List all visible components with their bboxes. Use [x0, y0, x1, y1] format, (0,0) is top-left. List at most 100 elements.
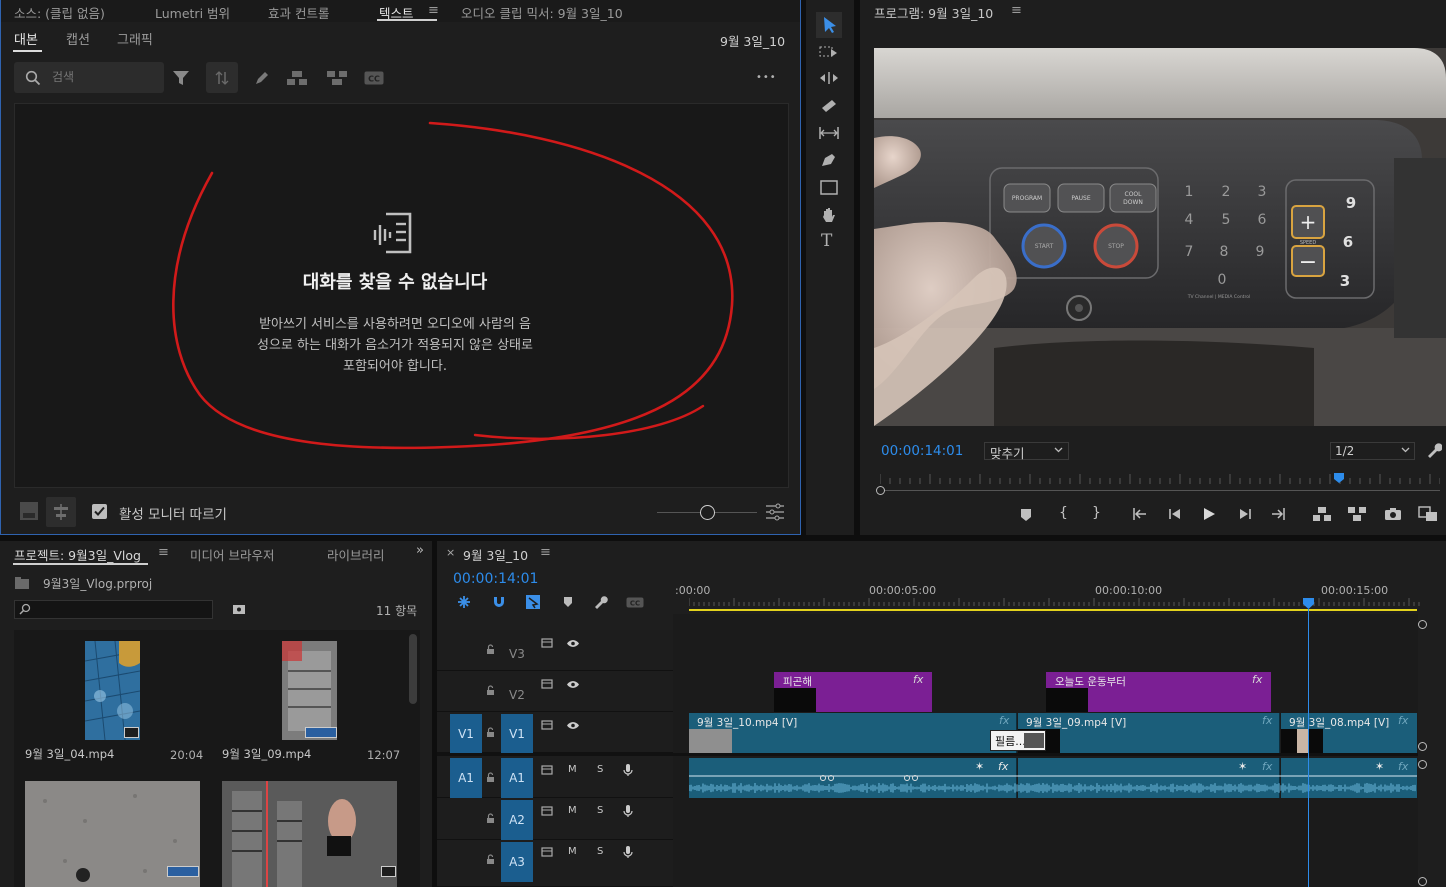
captions-icon[interactable]: CC: [364, 71, 384, 85]
audio-clip-09-fx[interactable]: fx: [1262, 760, 1272, 773]
add-marker-icon[interactable]: [1020, 508, 1032, 522]
solo-button-a2[interactable]: S: [597, 805, 603, 816]
type-tool-icon[interactable]: T: [821, 231, 832, 251]
lift-icon[interactable]: [1312, 506, 1332, 522]
audio-clip-10-fx[interactable]: fx: [998, 760, 1008, 773]
solo-button-a1[interactable]: S: [597, 764, 603, 775]
tab-text-menu-icon[interactable]: ≡: [428, 3, 439, 18]
tab-lumetri[interactable]: Lumetri 범위: [155, 3, 230, 22]
mute-button-a1[interactable]: M: [568, 764, 577, 775]
razor-tool-icon[interactable]: [820, 98, 838, 114]
rectangle-tool-icon[interactable]: [820, 180, 838, 195]
track-select-tool-icon[interactable]: [819, 44, 839, 60]
track-name-v2[interactable]: V2: [509, 688, 525, 702]
graphic-clip-1-fx[interactable]: fx: [913, 673, 923, 686]
mark-out-icon[interactable]: }: [1092, 505, 1101, 521]
export-transcript-icon[interactable]: [18, 500, 40, 522]
project-menu-icon[interactable]: ≡: [158, 545, 169, 560]
video-scroll-handle-top[interactable]: [1418, 620, 1427, 629]
program-timecode[interactable]: 00:00:14:01: [881, 443, 963, 459]
program-video-frame[interactable]: PROGRAM PAUSE COOL DOWN START STOP 1 2 3 4…: [874, 48, 1446, 426]
wrench-icon[interactable]: [1426, 442, 1442, 458]
subtab-script[interactable]: 대본: [14, 29, 38, 48]
pencil-icon[interactable]: [254, 70, 270, 86]
toggle-sync-icon-v3[interactable]: [541, 638, 553, 648]
extract-icon[interactable]: [1347, 506, 1367, 522]
lock-icon-v1[interactable]: [486, 727, 495, 738]
timeline-menu-icon[interactable]: ≡: [540, 545, 551, 560]
timeline-settings-wrench-icon[interactable]: [594, 595, 608, 609]
toggle-sync-icon-v1[interactable]: [541, 720, 553, 730]
selection-tool-icon[interactable]: [822, 16, 838, 34]
audio-scroll-handle-bottom[interactable]: [1418, 877, 1427, 886]
more-options-button[interactable]: •••: [756, 72, 777, 83]
go-to-out-icon[interactable]: [1270, 507, 1286, 521]
tab-project[interactable]: 프로젝트: 9월3일_Vlog: [14, 545, 141, 564]
track-name-a3[interactable]: A3: [501, 842, 533, 882]
track-name-v3[interactable]: V3: [509, 647, 525, 661]
source-patch-v1[interactable]: V1: [450, 714, 482, 753]
tab-media-browser[interactable]: 미디어 브라우저: [190, 545, 274, 564]
project-scrollbar-thumb[interactable]: [409, 634, 417, 704]
subtab-graphics[interactable]: 그래픽: [117, 29, 153, 48]
hand-tool-icon[interactable]: [820, 206, 838, 224]
toggle-sync-icon-a2[interactable]: [541, 806, 553, 816]
project-thumbnail-gym[interactable]: [222, 781, 397, 887]
project-item-name-04[interactable]: 9월 3일_04.mp4: [25, 746, 114, 762]
graphic-clip-2-fx[interactable]: fx: [1252, 673, 1262, 686]
subtab-captions[interactable]: 캡션: [66, 29, 90, 48]
toggle-sync-icon-a1[interactable]: [541, 765, 553, 775]
new-bin-icon[interactable]: [232, 603, 246, 615]
timeline-captions-icon[interactable]: CC: [626, 597, 644, 608]
mic-icon-a1[interactable]: [623, 763, 633, 777]
slip-tool-icon[interactable]: [818, 126, 840, 140]
pen-tool-icon[interactable]: [820, 152, 838, 168]
track-name-a1[interactable]: A1: [501, 758, 533, 798]
mute-button-a3[interactable]: M: [568, 846, 577, 857]
snap-magnet-icon[interactable]: [492, 595, 506, 609]
filter-icon[interactable]: [172, 69, 190, 87]
track-name-a2[interactable]: A2: [501, 800, 533, 840]
play-icon[interactable]: [1203, 507, 1216, 521]
compare-view-icon[interactable]: [1418, 506, 1438, 522]
tab-source[interactable]: 소스: (클립 없음): [14, 3, 105, 22]
search-input[interactable]: [52, 68, 152, 86]
lock-icon-v3[interactable]: [486, 644, 495, 655]
eye-icon-v1[interactable]: [566, 721, 580, 730]
merge-segment-icon[interactable]: [326, 70, 348, 86]
project-thumbnail-04[interactable]: [85, 641, 140, 740]
track-name-v1[interactable]: V1: [501, 714, 533, 753]
toggle-sync-icon-v2[interactable]: [541, 679, 553, 689]
mute-button-a2[interactable]: M: [568, 805, 577, 816]
eye-icon-v2[interactable]: [566, 680, 580, 689]
tab-audio-mixer[interactable]: 오디오 클립 믹서: 9월 3일_10: [461, 3, 623, 22]
toggle-sync-icon-a3[interactable]: [541, 847, 553, 857]
nest-icon[interactable]: [457, 595, 471, 609]
project-thumbnail-09[interactable]: [282, 641, 337, 740]
lock-icon-v2[interactable]: [486, 685, 495, 696]
tab-effects[interactable]: 효과 컨트롤: [268, 3, 329, 22]
add-marker-timeline-icon[interactable]: [563, 596, 573, 608]
lock-icon-a1[interactable]: [486, 772, 495, 783]
mic-icon-a2[interactable]: [623, 804, 633, 818]
go-to-in-icon[interactable]: [1132, 507, 1148, 521]
mic-icon-a3[interactable]: [623, 845, 633, 859]
zoom-slider-handle[interactable]: [700, 505, 715, 520]
program-playhead[interactable]: [1333, 472, 1345, 484]
settings-sliders-icon[interactable]: [765, 503, 785, 521]
timeline-close-icon[interactable]: ×: [446, 546, 455, 559]
mark-in-icon[interactable]: {: [1059, 505, 1068, 521]
lock-icon-a2[interactable]: [486, 813, 495, 824]
ripple-edit-tool-icon[interactable]: [819, 71, 839, 85]
video-clip-08-fx[interactable]: fx: [1398, 714, 1408, 727]
video-scroll-handle-bottom[interactable]: [1418, 742, 1427, 751]
project-item-name-09[interactable]: 9월 3일_09.mp4: [222, 746, 311, 762]
linked-selection-icon[interactable]: [525, 594, 541, 610]
eye-icon-v3[interactable]: [566, 639, 580, 648]
lock-icon-a3[interactable]: [486, 854, 495, 865]
timeline-timecode[interactable]: 00:00:14:01: [453, 571, 538, 587]
export-frame-camera-icon[interactable]: [1384, 507, 1402, 521]
video-clip-09-fx[interactable]: fx: [1262, 714, 1272, 727]
timeline-sequence-tab[interactable]: 9월 3일_10: [463, 545, 528, 564]
step-back-icon[interactable]: [1168, 508, 1182, 520]
